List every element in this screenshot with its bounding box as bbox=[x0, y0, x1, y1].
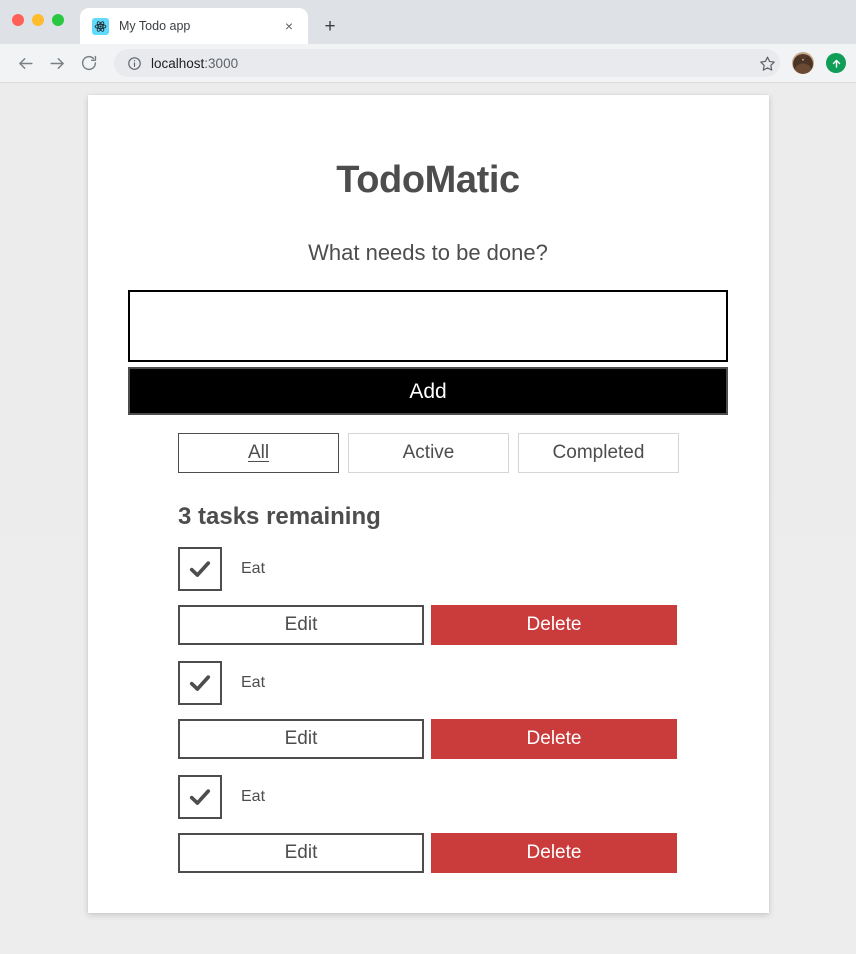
tab-close-icon[interactable]: × bbox=[280, 17, 298, 35]
todo-row: Eat bbox=[178, 547, 728, 591]
filter-label-completed: Completed bbox=[552, 442, 645, 463]
add-todo-button[interactable]: Add bbox=[128, 367, 728, 415]
browser-toolbar: localhost:3000 bbox=[0, 44, 856, 83]
todo-actions: Edit Delete bbox=[178, 833, 728, 873]
filter-button-completed[interactable]: Completed bbox=[518, 433, 679, 473]
avatar[interactable] bbox=[792, 52, 814, 74]
reload-icon[interactable] bbox=[74, 48, 104, 78]
filter-button-all[interactable]: All bbox=[178, 433, 339, 473]
new-todo-form-label: What needs to be done? bbox=[308, 240, 548, 265]
address-bar[interactable]: localhost:3000 bbox=[114, 49, 780, 77]
filter-label-active: Active bbox=[402, 442, 455, 463]
delete-button[interactable]: Delete bbox=[431, 719, 677, 759]
filter-label-all: All bbox=[247, 442, 270, 463]
todo-list: Eat Edit Delete Eat Edit Delete Eat Edit… bbox=[128, 547, 728, 873]
todo-row: Eat bbox=[178, 661, 728, 705]
new-tab-button[interactable]: + bbox=[316, 12, 344, 40]
list-item: Eat Edit Delete bbox=[178, 661, 728, 759]
tasks-remaining-heading: 3 tasks remaining bbox=[178, 503, 381, 530]
browser-window: My Todo app × + localhost:3000 TodoMatic… bbox=[0, 0, 856, 954]
window-maximize-button[interactable] bbox=[52, 14, 64, 26]
back-arrow-icon[interactable] bbox=[10, 48, 40, 78]
delete-button[interactable]: Delete bbox=[431, 833, 677, 873]
todo-checkbox[interactable] bbox=[178, 775, 222, 819]
new-todo-input[interactable] bbox=[128, 290, 728, 362]
todo-checkbox[interactable] bbox=[178, 661, 222, 705]
tab-title: My Todo app bbox=[119, 19, 191, 33]
address-bar-host: localhost bbox=[151, 55, 205, 71]
list-item: Eat Edit Delete bbox=[178, 775, 728, 873]
list-item: Eat Edit Delete bbox=[178, 547, 728, 645]
edit-button[interactable]: Edit bbox=[178, 605, 424, 645]
todo-label: Eat bbox=[241, 560, 266, 577]
filter-button-active[interactable]: Active bbox=[348, 433, 509, 473]
edit-button[interactable]: Edit bbox=[178, 719, 424, 759]
todo-label: Eat bbox=[241, 788, 266, 805]
todo-app-card: TodoMatic What needs to be done? Add All… bbox=[87, 95, 769, 913]
page-viewport: TodoMatic What needs to be done? Add All… bbox=[0, 83, 856, 954]
browser-tab-active[interactable]: My Todo app × bbox=[80, 8, 308, 44]
address-bar-port: :3000 bbox=[204, 55, 239, 71]
edit-button[interactable]: Edit bbox=[178, 833, 424, 873]
todo-app-inner: Add All Active Completed 3 tasks remaini… bbox=[128, 290, 728, 873]
info-circle-icon[interactable] bbox=[126, 55, 142, 71]
todo-actions: Edit Delete bbox=[178, 719, 728, 759]
window-minimize-button[interactable] bbox=[32, 14, 44, 26]
forward-arrow-icon[interactable] bbox=[42, 48, 72, 78]
react-logo-icon bbox=[92, 17, 109, 35]
update-arrow-icon[interactable] bbox=[826, 53, 846, 73]
todo-row: Eat bbox=[178, 775, 728, 819]
address-bar-url: localhost:3000 bbox=[151, 56, 768, 71]
todo-actions: Edit Delete bbox=[178, 605, 728, 645]
window-close-button[interactable] bbox=[12, 14, 24, 26]
todo-checkbox[interactable] bbox=[178, 547, 222, 591]
page-title: TodoMatic bbox=[336, 159, 520, 201]
star-icon[interactable] bbox=[754, 50, 780, 76]
delete-button[interactable]: Delete bbox=[431, 605, 677, 645]
tab-strip: My Todo app × + bbox=[0, 0, 856, 44]
filter-button-group: All Active Completed bbox=[128, 433, 728, 473]
window-traffic-lights bbox=[12, 14, 64, 26]
todo-label: Eat bbox=[241, 674, 266, 691]
